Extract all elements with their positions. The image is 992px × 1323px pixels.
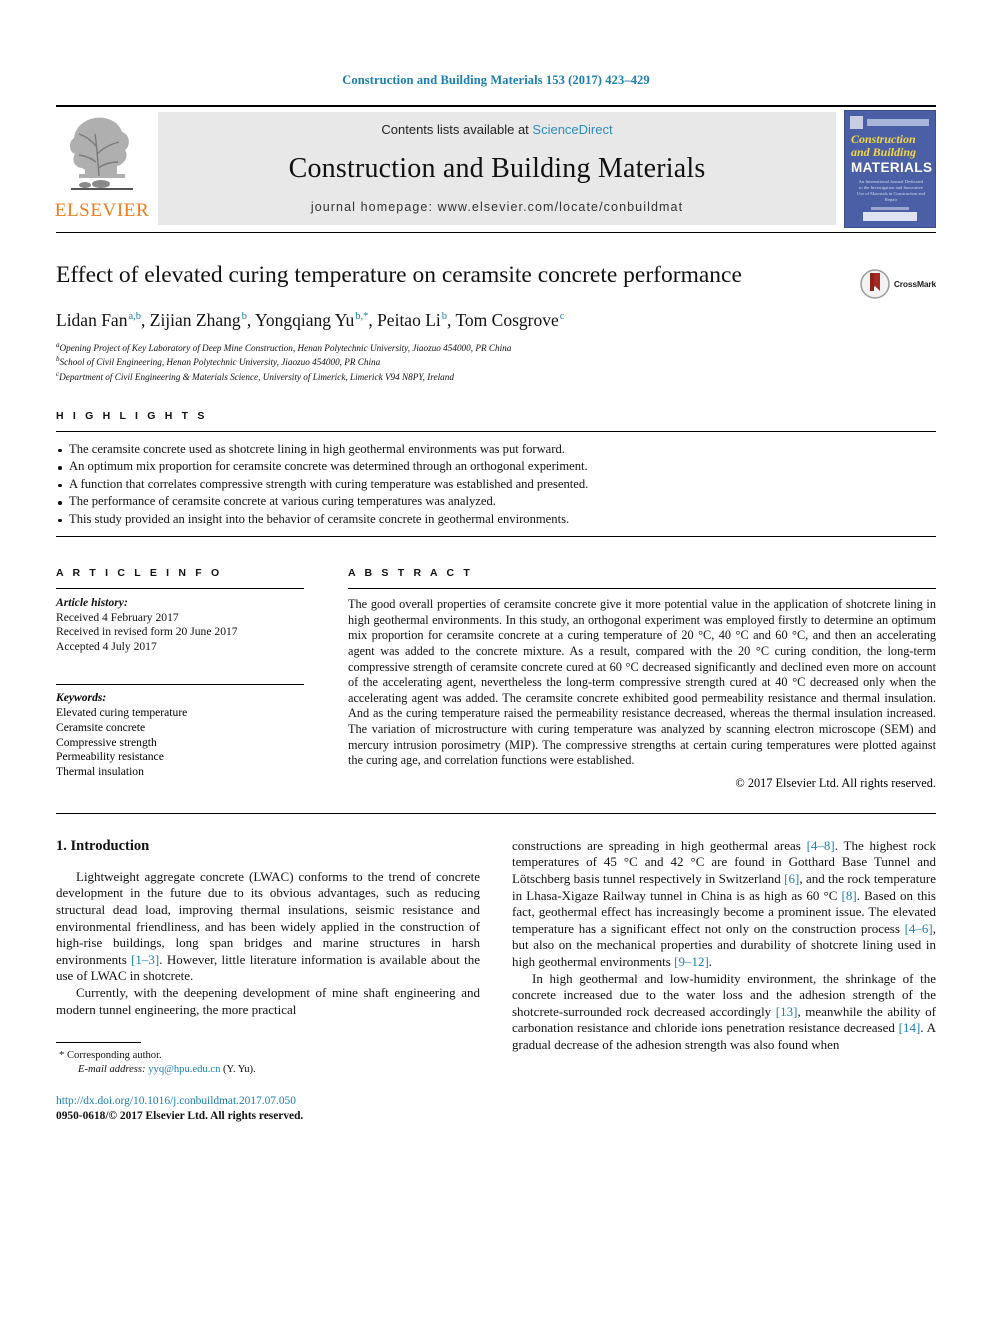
- paragraph: Lightweight aggregate concrete (LWAC) co…: [56, 868, 480, 984]
- keyword-item: Permeability resistance: [56, 750, 164, 764]
- crossmark-label: CrossMark: [893, 279, 936, 289]
- email-suffix: (Y. Yu).: [223, 1063, 256, 1075]
- cover-blurb: An International Journal Dedicated to th…: [857, 179, 926, 202]
- keywords-label: Keywords:: [56, 691, 107, 705]
- journal-title: Construction and Building Materials: [288, 152, 706, 184]
- abstract-heading: A B S T R A C T: [348, 567, 473, 580]
- masthead-banner: Contents lists available at ScienceDirec…: [158, 112, 836, 225]
- highlights-bottom-rule: [56, 536, 936, 538]
- cover-line-3: MATERIALS: [851, 160, 933, 175]
- keyword-item: Ceramsite concrete: [56, 720, 146, 734]
- author-affil-marker: a,b: [128, 311, 141, 322]
- affiliation-text: School of Civil Engineering, Henan Polyt…: [59, 357, 381, 368]
- email-link[interactable]: yyq@hpu.edu.cn: [148, 1064, 220, 1075]
- abstract-bottom-rule: [56, 812, 936, 814]
- issn-copyright: 0950-0618/© 2017 Elsevier Ltd. All right…: [56, 1109, 304, 1122]
- cover-badge-icon: [850, 116, 863, 129]
- history-item: Received 4 February 2017: [56, 610, 179, 624]
- article-info-spacer: [56, 654, 304, 684]
- footnote-rule: [56, 1042, 141, 1044]
- affiliation-item: bSchool of Civil Engineering, Henan Poly…: [56, 354, 936, 369]
- doi-block: http://dx.doi.org/10.1016/j.conbuildmat.…: [56, 1094, 480, 1123]
- cover-strip: [867, 119, 929, 126]
- author-affil-marker: c: [559, 311, 565, 322]
- elsevier-wordmark: ELSEVIER: [54, 200, 150, 221]
- masthead-bottom-rule: [56, 232, 936, 233]
- body-column-right: constructions are spreading in high geot…: [512, 838, 936, 1123]
- corresponding-author-text: Corresponding author.: [66, 1050, 162, 1062]
- elsevier-logo: ELSEVIER: [54, 110, 150, 221]
- asterisk-icon: *: [59, 1050, 65, 1062]
- crossmark-icon: [860, 269, 890, 299]
- sciencedirect-link[interactable]: ScienceDirect: [532, 122, 612, 137]
- cover-line-2: and Building: [851, 145, 917, 159]
- affiliation-text: Department of Civil Engineering & Materi…: [59, 372, 454, 383]
- article-history: Article history: Received 4 February 201…: [56, 589, 304, 654]
- article-history-label: Article history:: [56, 596, 128, 610]
- list-item: A function that correlates compressive s…: [56, 476, 936, 494]
- cover-footer-rule: [871, 207, 909, 210]
- author-item: Tom Cosgrovec: [455, 310, 564, 330]
- author-name: Yongqiang Yu: [255, 309, 355, 330]
- highlights-heading: H I G H L I G H T S: [56, 409, 208, 422]
- body-columns: 1. Introduction Lightweight aggregate co…: [56, 838, 936, 1123]
- corresponding-author-note: * Corresponding author.: [56, 1049, 480, 1063]
- list-item: The performance of ceramsite concrete at…: [56, 493, 936, 511]
- keywords-block: Keywords: Elevated curing temperature Ce…: [56, 685, 304, 780]
- info-abstract-row: A R T I C L E I N F O Article history: R…: [56, 567, 936, 791]
- contents-prefix: Contents lists available at: [381, 122, 533, 137]
- paragraph: constructions are spreading in high geot…: [512, 837, 937, 969]
- footnote-block: * Corresponding author. E-mail address: …: [56, 1042, 480, 1123]
- keyword-item: Compressive strength: [56, 735, 157, 749]
- elsevier-tree-icon: [69, 117, 133, 190]
- list-item: This study provided an insight into the …: [56, 511, 936, 529]
- article-info-section: A R T I C L E I N F O Article history: R…: [56, 567, 304, 791]
- author-list: Lidan Fana,b, Zijian Zhangb, Yongqiang Y…: [56, 309, 565, 330]
- affiliation-text: Opening Project of Key Laboratory of Dee…: [59, 342, 512, 353]
- history-item: Received in revised form 20 June 2017: [56, 625, 238, 639]
- doi-link[interactable]: http://dx.doi.org/10.1016/j.conbuildmat.…: [56, 1094, 480, 1109]
- journal-homepage-link[interactable]: journal homepage: www.elsevier.com/locat…: [311, 200, 683, 214]
- cover-footer-block: [863, 212, 917, 221]
- paper-page: Construction and Building Materials 153 …: [0, 0, 992, 1323]
- author-item: Peitao Lib: [377, 310, 447, 330]
- crossmark-badge[interactable]: CrossMark: [860, 269, 936, 299]
- list-item: An optimum mix proportion for ceramsite …: [56, 458, 936, 476]
- author-item: Lidan Fana,b: [56, 310, 141, 330]
- highlights-list: The ceramsite concrete used as shotcrete…: [56, 432, 936, 529]
- author-name: Peitao Li: [377, 309, 441, 330]
- affiliation-item: cDepartment of Civil Engineering & Mater…: [56, 369, 936, 384]
- title-block: Effect of elevated curing temperature on…: [56, 261, 936, 384]
- author-name: Tom Cosgrove: [455, 309, 559, 330]
- body-column-left: 1. Introduction Lightweight aggregate co…: [56, 838, 480, 1123]
- list-item: The ceramsite concrete used as shotcrete…: [56, 441, 936, 459]
- journal-masthead: ELSEVIER Contents lists available at Sci…: [54, 105, 936, 232]
- email-note: E-mail address: yyq@hpu.edu.cn (Y. Yu).: [56, 1063, 480, 1077]
- author-affil-marker: b: [241, 311, 247, 322]
- running-head: Construction and Building Materials 153 …: [342, 73, 650, 87]
- history-item: Accepted 4 July 2017: [56, 639, 157, 653]
- keyword-item: Thermal insulation: [56, 765, 144, 779]
- affiliation-list: aOpening Project of Key Laboratory of De…: [56, 340, 936, 384]
- article-info-heading: A R T I C L E I N F O: [56, 567, 223, 580]
- journal-cover-thumbnail: Construction and Building MATERIALS An I…: [844, 110, 936, 228]
- contents-lists-line: Contents lists available at ScienceDirec…: [381, 122, 612, 137]
- abstract-section: A B S T R A C T The good overall propert…: [348, 567, 936, 791]
- abstract-text: The good overall properties of ceramsite…: [348, 597, 936, 768]
- paragraph: Currently, with the deepening developmen…: [56, 984, 480, 1017]
- author-affil-marker: b,*: [355, 311, 369, 322]
- section-title-introduction: 1. Introduction: [56, 837, 150, 854]
- page-title: Effect of elevated curing temperature on…: [56, 262, 742, 288]
- keyword-item: Elevated curing temperature: [56, 706, 188, 720]
- author-name: Zijian Zhang: [149, 309, 241, 330]
- affiliation-item: aOpening Project of Key Laboratory of De…: [56, 340, 936, 355]
- paragraph: In high geothermal and low-humidity envi…: [512, 970, 936, 1052]
- highlights-section: H I G H L I G H T S The ceramsite concre…: [56, 410, 936, 538]
- author-affil-marker: b: [441, 311, 447, 322]
- author-name: Lidan Fan: [56, 309, 128, 330]
- email-label: E-mail address:: [78, 1063, 146, 1075]
- author-item: Yongqiang Yub,*: [255, 310, 368, 330]
- abstract-copyright: © 2017 Elsevier Ltd. All rights reserved…: [735, 775, 936, 790]
- author-item: Zijian Zhangb: [150, 310, 247, 330]
